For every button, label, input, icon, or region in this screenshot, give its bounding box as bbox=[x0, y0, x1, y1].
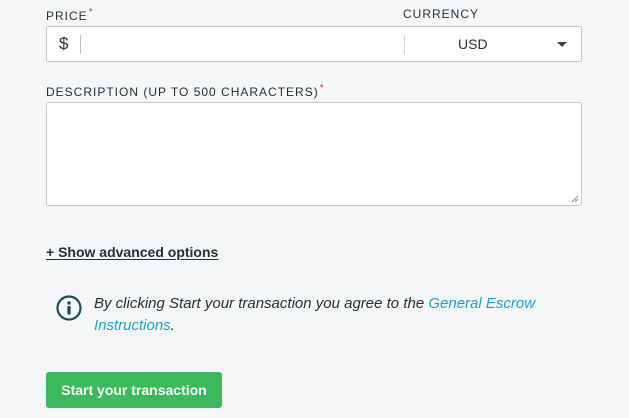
currency-label: CURRENCY bbox=[403, 7, 480, 21]
resize-grip-icon[interactable] bbox=[571, 195, 579, 203]
description-field-group bbox=[46, 102, 582, 206]
required-marker: * bbox=[319, 83, 324, 94]
price-label-text: PRICE bbox=[46, 9, 88, 23]
currency-selected-value: USD bbox=[458, 36, 488, 52]
price-label: PRICE* bbox=[46, 7, 93, 23]
price-divider bbox=[80, 35, 81, 54]
description-textarea[interactable] bbox=[47, 103, 581, 205]
notice-text-after: . bbox=[170, 317, 175, 334]
info-icon bbox=[56, 295, 82, 321]
required-marker: * bbox=[88, 7, 93, 18]
price-field-group: $ USD bbox=[46, 26, 582, 62]
price-input[interactable] bbox=[87, 31, 397, 57]
start-transaction-button[interactable]: Start your transaction bbox=[46, 372, 222, 408]
description-label-text: DESCRIPTION (UP TO 500 CHARACTERS) bbox=[46, 85, 319, 99]
currency-select[interactable]: USD bbox=[405, 27, 581, 61]
currency-symbol: $ bbox=[59, 34, 69, 53]
notice-text-before: By clicking Start your transaction you a… bbox=[94, 295, 429, 312]
chevron-down-icon bbox=[557, 42, 567, 47]
notice-text: By clicking Start your transaction you a… bbox=[94, 293, 574, 337]
description-label: DESCRIPTION (UP TO 500 CHARACTERS)* bbox=[46, 83, 324, 99]
show-advanced-options-link[interactable]: + Show advanced options bbox=[46, 244, 218, 260]
